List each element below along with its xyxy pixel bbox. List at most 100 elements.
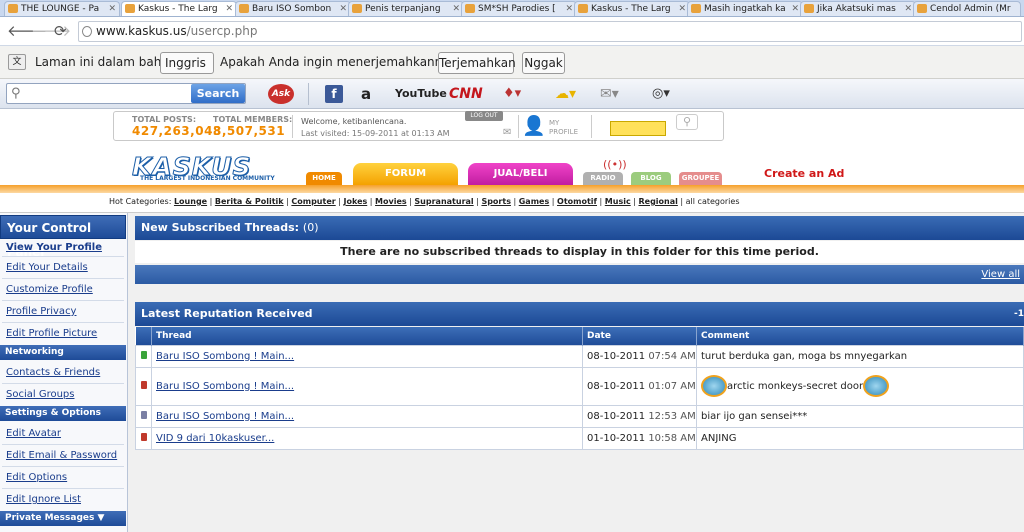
rep-cell: arctic monkeys-secret door: [696, 366, 1024, 406]
header-search-icon[interactable]: ⚲: [676, 114, 698, 130]
sidebar-link-view-profile[interactable]: View Your Profile: [6, 242, 102, 253]
category-link[interactable]: Movies: [375, 197, 407, 206]
close-icon[interactable]: ✕: [339, 2, 347, 16]
profile-icon[interactable]: 👤: [522, 115, 546, 139]
close-icon[interactable]: ✕: [108, 2, 116, 16]
logout-button[interactable]: LOG OUT: [465, 111, 503, 121]
close-icon[interactable]: ✕: [904, 2, 912, 16]
nav-groupee[interactable]: GROUPEE: [679, 172, 722, 185]
category-link[interactable]: Berita & Politik: [215, 197, 284, 206]
weather-icon[interactable]: ☁▾: [555, 84, 576, 104]
youtube-icon[interactable]: YouTube: [395, 84, 447, 104]
divider: [2, 300, 124, 301]
divider: [591, 115, 592, 138]
divider: [2, 488, 124, 489]
category-link[interactable]: Games: [519, 197, 550, 206]
browser-tab[interactable]: Cendol Admin (Mr: [913, 1, 1021, 16]
radio-icon: ((•)): [603, 158, 627, 171]
address-bar[interactable]: www.kaskus.us/usercp.php: [78, 21, 1022, 42]
no-button[interactable]: Nggak: [522, 52, 565, 74]
browser-tab[interactable]: THE LOUNGE - Pa ✕: [4, 1, 120, 16]
nav-radio[interactable]: RADIO: [583, 172, 623, 185]
nav-blog[interactable]: BLOG: [631, 172, 671, 185]
category-link[interactable]: Computer: [291, 197, 335, 206]
tab-label: Kaskus - The Larg: [138, 4, 218, 14]
browser-tab[interactable]: Masih ingatkah ka ✕: [687, 1, 803, 16]
sidebar-link-edit-ignore-list[interactable]: Edit Ignore List: [6, 494, 81, 505]
header-search-input[interactable]: [610, 121, 666, 136]
browser-tab[interactable]: Jika Akatsuki mas ✕: [800, 1, 916, 16]
tab-label: Jika Akatsuki mas: [817, 4, 896, 14]
search-button[interactable]: Search: [191, 84, 245, 103]
tab-label: Kaskus - The Larg: [591, 4, 671, 14]
mail-icon[interactable]: ✉: [503, 127, 511, 138]
sidebar-link-edit-avatar[interactable]: Edit Avatar: [6, 428, 61, 439]
sidebar-link-profile-privacy[interactable]: Profile Privacy: [6, 306, 76, 317]
translate-icon: 文: [8, 54, 26, 70]
language-select[interactable]: Inggris ▾: [160, 52, 214, 89]
browser-tab[interactable]: Baru ISO Sombon ✕: [235, 1, 351, 16]
mail-icon[interactable]: ✉▾: [600, 84, 619, 104]
main-content: New Subscribed Threads: (0) There are no…: [128, 213, 1024, 532]
sidebar-link-edit-profile-picture[interactable]: Edit Profile Picture: [6, 328, 97, 339]
close-icon[interactable]: ✕: [791, 2, 799, 16]
section-settings[interactable]: Settings & Options: [0, 406, 126, 421]
category-link[interactable]: Sports: [481, 197, 511, 206]
all-categories-link[interactable]: all categories: [686, 197, 740, 206]
section-private-messages[interactable]: Private Messages ▼: [0, 511, 126, 526]
category-link[interactable]: Regional: [638, 197, 677, 206]
view-all-link[interactable]: View all: [981, 269, 1020, 280]
category-link[interactable]: Music: [605, 197, 631, 206]
divider: [292, 115, 293, 138]
nav-jualbeli[interactable]: JUAL/BELI: [468, 163, 573, 185]
rep-cell: [135, 344, 152, 368]
collapse-toggle[interactable]: -1: [1014, 302, 1024, 326]
category-link[interactable]: Otomotif: [557, 197, 597, 206]
browser-tab[interactable]: SM*SH Parodies [✕: [461, 1, 577, 16]
tab-favicon-icon: [8, 4, 18, 13]
tab-favicon-icon: [352, 4, 362, 13]
sidebar-link-edit-details[interactable]: Edit Your Details: [6, 262, 88, 273]
browser-tab-active[interactable]: Kaskus - The Larg ✕: [121, 1, 237, 16]
nav-home[interactable]: HOME: [306, 172, 342, 185]
sidebar-link-customize-profile[interactable]: Customize Profile: [6, 284, 93, 295]
browser-tab[interactable]: Penis terpanjang ✕: [348, 1, 464, 16]
reload-icon[interactable]: ⟳: [54, 22, 67, 40]
section-networking[interactable]: Networking: [0, 345, 126, 360]
create-ad-link[interactable]: Create an Ad: [764, 167, 844, 180]
thread-link[interactable]: Baru ISO Sombong ! Main...: [156, 351, 294, 362]
sidebar-link-social-groups[interactable]: Social Groups: [6, 389, 74, 400]
category-link[interactable]: Supranatural: [414, 197, 473, 206]
browser-nav-bar: 🡐 🡒 ⟳ www.kaskus.us/usercp.php: [0, 17, 1024, 46]
games-icon[interactable]: ♦▾: [503, 84, 521, 104]
browser-tab[interactable]: Kaskus - The Larg ✕: [574, 1, 690, 16]
thread-link[interactable]: Baru ISO Sombong ! Main...: [156, 411, 294, 422]
category-link[interactable]: Lounge: [174, 197, 207, 206]
category-link[interactable]: Jokes: [343, 197, 367, 206]
tab-label: Masih ingatkah ka: [704, 4, 786, 14]
table-header-icon: [135, 327, 152, 345]
sidebar-link-contacts[interactable]: Contacts & Friends: [6, 367, 100, 378]
close-icon[interactable]: ✕: [225, 2, 233, 16]
hot-categories-label: Hot Categories:: [109, 197, 172, 206]
close-icon[interactable]: ✕: [452, 2, 460, 16]
search-toolbar: ⚲ Search Ask f a YouTube CNN ♦▾ ☁▾ ✉▾ ◎▾: [0, 79, 1024, 109]
rep-cell: 08-10-2011 01:07 AM: [582, 366, 697, 406]
close-icon[interactable]: ✕: [565, 2, 573, 16]
sidebar-link-edit-email[interactable]: Edit Email & Password: [6, 450, 117, 461]
reputation-dot-icon: [140, 350, 147, 359]
cnn-icon[interactable]: CNN: [449, 84, 483, 104]
widget-icon[interactable]: ◎▾: [652, 84, 670, 104]
close-icon[interactable]: ✕: [678, 2, 686, 16]
ask-icon[interactable]: Ask: [268, 84, 294, 104]
sidebar-link-edit-options[interactable]: Edit Options: [6, 472, 67, 483]
subscribed-count: (0): [302, 221, 319, 234]
translate-button[interactable]: Terjemahkan: [438, 52, 516, 74]
thread-link[interactable]: VID 9 dari 10kaskuser...: [156, 433, 274, 444]
thread-link[interactable]: Baru ISO Sombong ! Main...: [156, 381, 294, 392]
amazon-icon[interactable]: a: [361, 84, 371, 104]
my-profile-link[interactable]: MY PROFILE: [549, 119, 589, 137]
facebook-icon[interactable]: f: [325, 85, 343, 103]
hot-categories-bar: Hot Categories: Lounge | Berita & Politi…: [0, 193, 1024, 213]
nav-forum[interactable]: FORUM: [353, 163, 458, 185]
